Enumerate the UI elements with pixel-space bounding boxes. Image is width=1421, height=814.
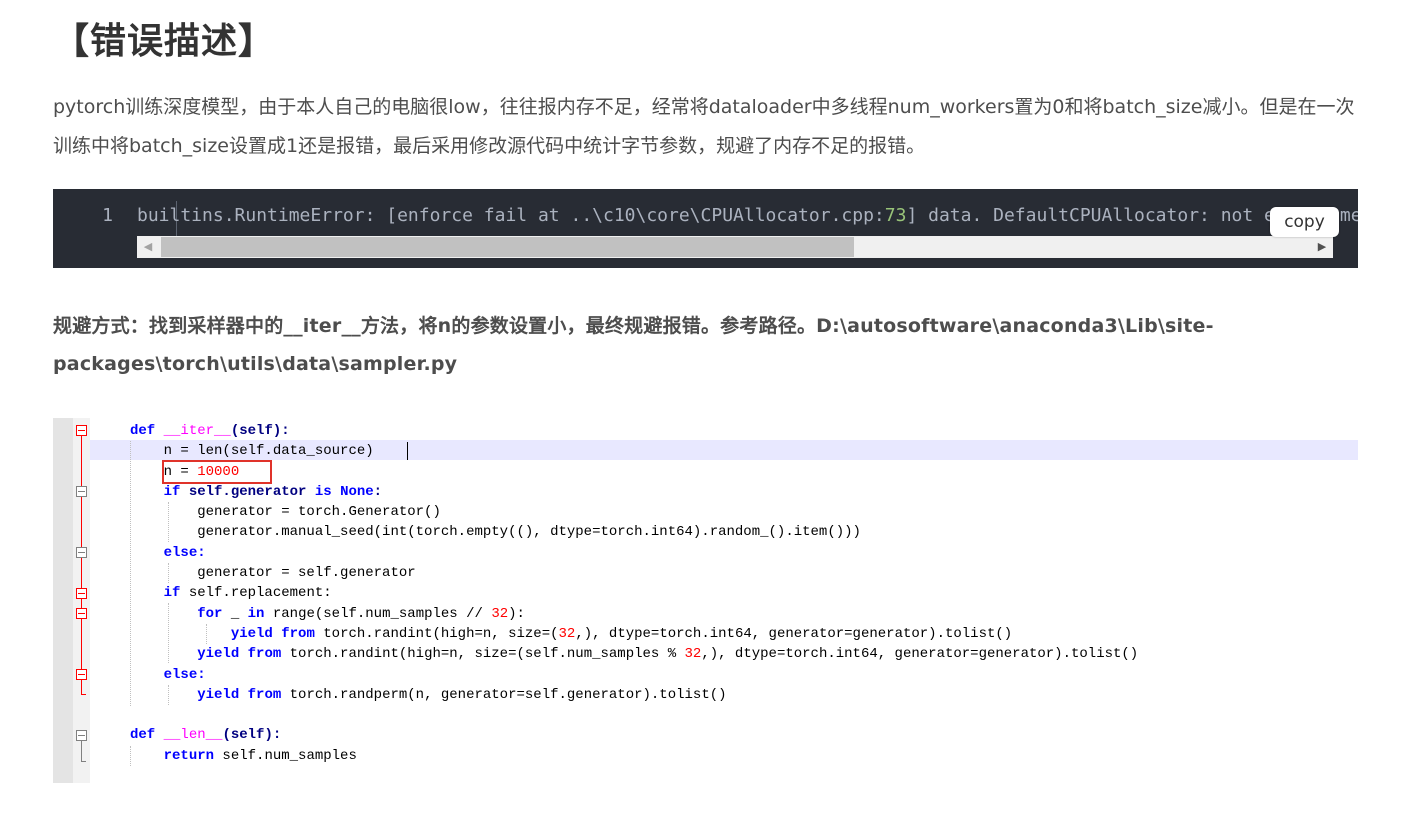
fold-toggle-icon [76,588,87,599]
line-number: 1 [102,205,113,226]
fold-toggle-icon [76,669,87,680]
code-line[interactable]: builtins.RuntimeError: [enforce fail at … [137,205,1358,226]
highlight-box [162,460,272,484]
fold-end-mark [81,694,86,695]
code-screenshot-text: def __iter__(self): n = len(self.data_so… [130,423,1139,764]
fold-line [81,741,82,761]
fold-toggle-icon [76,547,87,558]
fold-end-mark [81,761,86,762]
fold-toggle-icon [76,486,87,497]
scroll-right-arrow-icon[interactable]: ▶ [1311,236,1333,258]
page-title: 【错误描述】 [53,21,276,62]
fold-toggle-icon [76,608,87,619]
horizontal-scrollbar[interactable]: ◀ ▶ [137,236,1333,258]
fold-line [81,436,82,694]
editor-margin [53,418,73,783]
scroll-left-arrow-icon[interactable]: ◀ [137,236,159,258]
copy-button[interactable]: copy [1270,207,1339,237]
fold-toggle-icon [76,730,87,741]
solution-paragraph: 规避方式：找到采样器中的__iter__方法，将n的参数设置小，最终规避报错。参… [53,315,1214,375]
intro-paragraph: pytorch训练深度模型，由于本人自己的电脑很low，往往报内存不足，经常将d… [53,96,1355,157]
code-screenshot: def __iter__(self): n = len(self.data_so… [53,418,1358,783]
fold-toggle-icon [76,425,87,436]
scrollbar-thumb[interactable] [161,237,854,257]
text-cursor [407,442,408,460]
